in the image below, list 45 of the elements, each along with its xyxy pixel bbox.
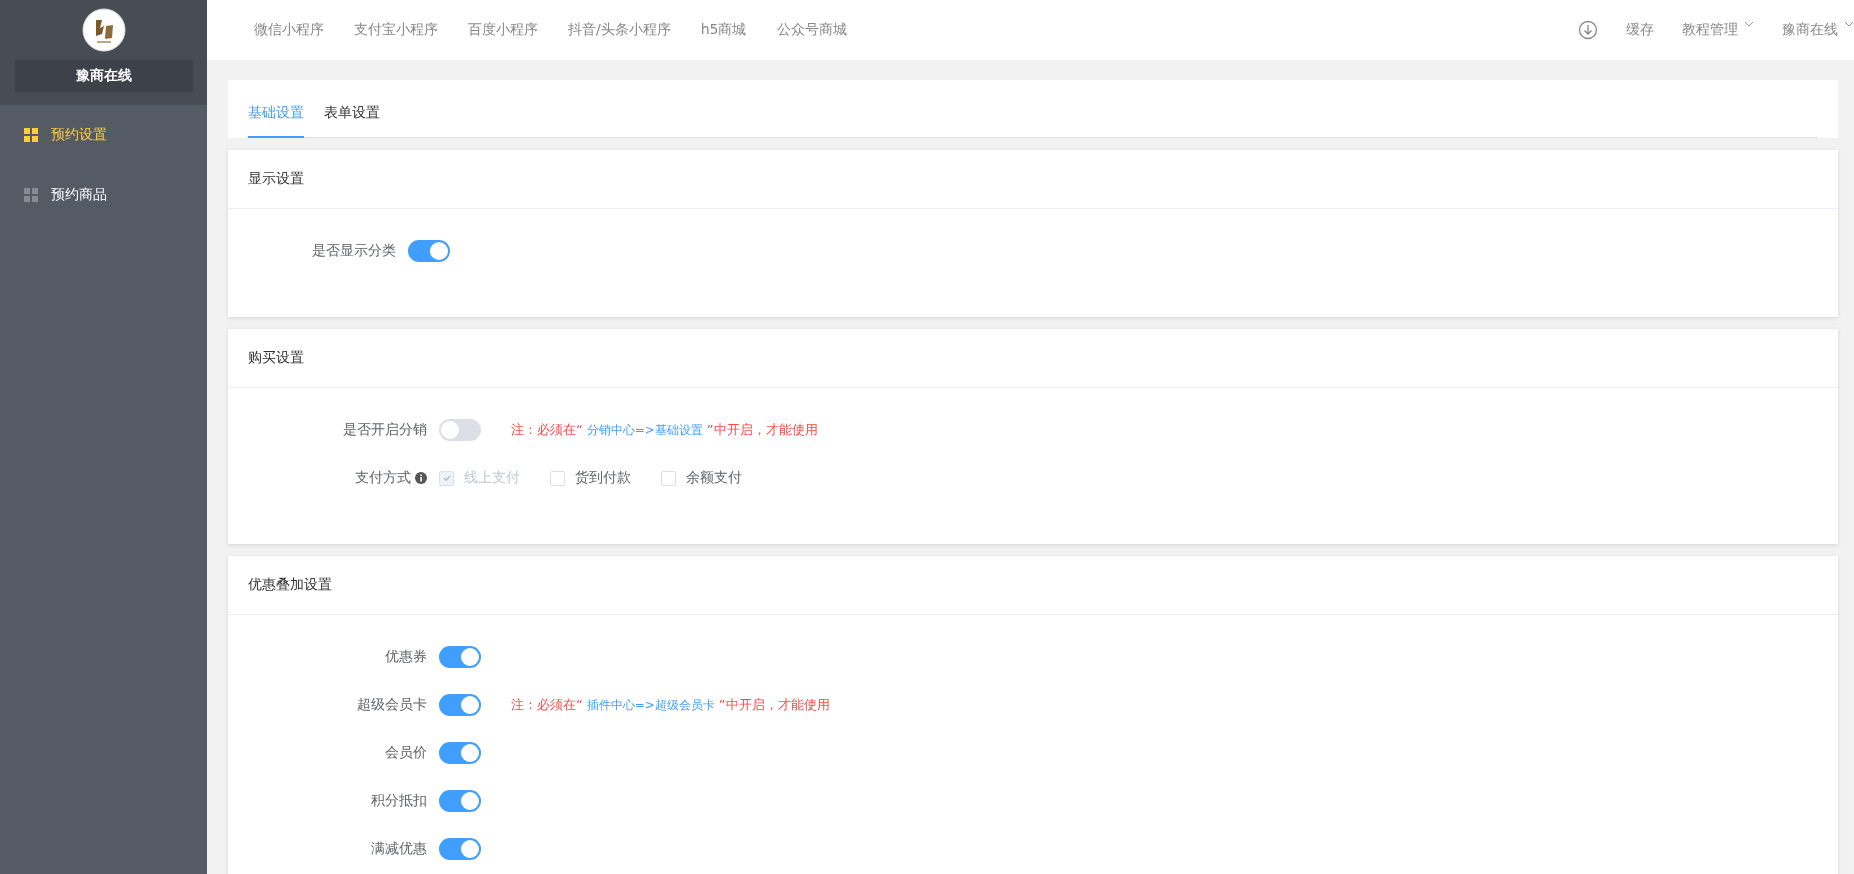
toggle-switch[interactable] bbox=[408, 240, 450, 262]
nav-link[interactable]: h5商城 bbox=[700, 21, 747, 39]
nav-link[interactable]: 支付宝小程序 bbox=[354, 21, 438, 39]
card-title: 购买设置 bbox=[248, 349, 304, 367]
grid-icon bbox=[24, 188, 38, 202]
warning-note: 注：必须在“ 插件中心=>超级会员卡 ”中开启，才能使用 bbox=[511, 696, 830, 714]
toggle-switch[interactable] bbox=[439, 742, 481, 764]
toggle-switch[interactable] bbox=[439, 419, 481, 441]
tab[interactable]: 表单设置 bbox=[324, 104, 380, 138]
field-label: 积分抵扣 bbox=[371, 792, 427, 810]
dropdown-menu[interactable]: 教程管理 bbox=[1682, 21, 1754, 39]
checkbox-option[interactable]: 货到付款 bbox=[550, 469, 631, 487]
cache-link[interactable]: 缓存 bbox=[1626, 21, 1654, 39]
nav-link[interactable]: 抖音/头条小程序 bbox=[568, 21, 671, 39]
grid-icon bbox=[24, 128, 38, 142]
field-label: 是否显示分类 bbox=[312, 242, 396, 260]
download-icon[interactable] bbox=[1578, 20, 1598, 40]
nav-link[interactable]: 微信小程序 bbox=[254, 21, 324, 39]
settings-link[interactable]: 插件中心=>超级会员卡 bbox=[586, 698, 715, 712]
nav-link[interactable]: 公众号商城 bbox=[776, 21, 847, 39]
field-label: 优惠券 bbox=[385, 648, 427, 666]
check-icon bbox=[441, 473, 452, 483]
card-title: 显示设置 bbox=[248, 170, 304, 188]
caret-icon bbox=[1744, 21, 1754, 27]
settings-link[interactable]: 分销中心=>基础设置 bbox=[586, 423, 703, 437]
tab[interactable]: 基础设置 bbox=[248, 104, 304, 138]
card-title: 优惠叠加设置 bbox=[248, 576, 332, 594]
caret-icon bbox=[1844, 21, 1854, 27]
toggle-switch[interactable] bbox=[439, 694, 481, 716]
checkbox-option[interactable]: 余额支付 bbox=[661, 469, 742, 487]
logo-icon bbox=[81, 8, 126, 52]
nav-link[interactable]: 百度小程序 bbox=[468, 21, 538, 39]
sidebar-item[interactable]: 预约商品 bbox=[0, 165, 207, 225]
warning-note: 注：必须在“ 分销中心=>基础设置 ”中开启，才能使用 bbox=[511, 421, 818, 439]
toggle-switch[interactable] bbox=[439, 646, 481, 668]
field-label: 满减优惠 bbox=[371, 840, 427, 858]
field-label: 支付方式 bbox=[355, 469, 411, 487]
brand-name: 豫商在线 bbox=[14, 60, 193, 92]
sidebar-item[interactable]: 预约设置 bbox=[0, 105, 207, 165]
field-label: 超级会员卡 bbox=[357, 696, 427, 714]
toggle-switch[interactable] bbox=[439, 838, 481, 860]
dropdown-menu[interactable]: 豫商在线 bbox=[1782, 21, 1854, 39]
toggle-switch[interactable] bbox=[439, 790, 481, 812]
field-label: 是否开启分销 bbox=[343, 421, 427, 439]
field-label: 会员价 bbox=[385, 744, 427, 762]
